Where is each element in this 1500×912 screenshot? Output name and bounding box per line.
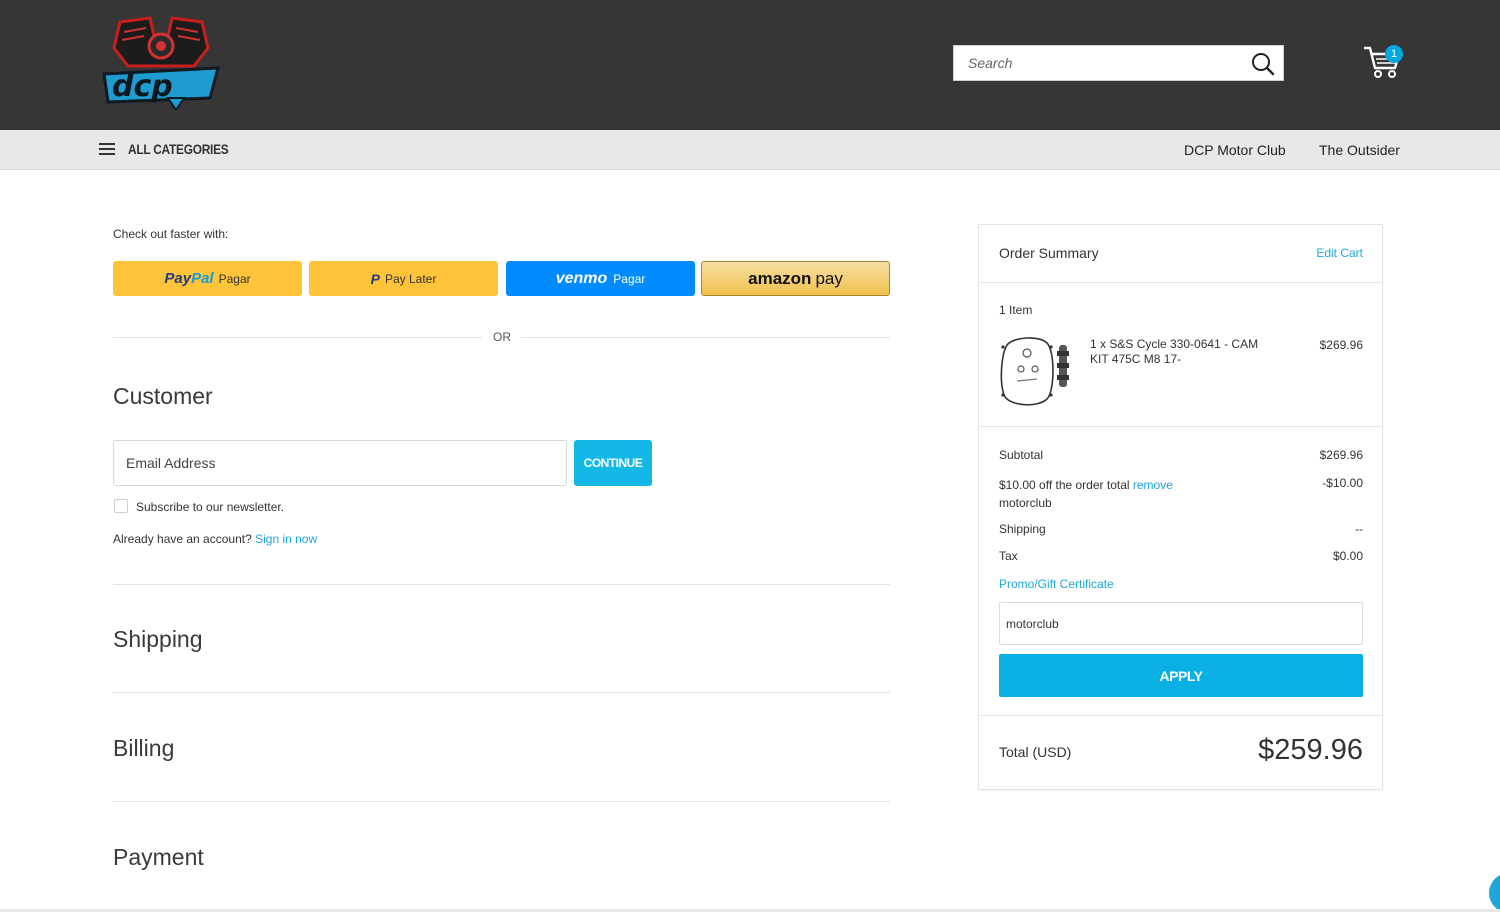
discount-code: motorclub: [999, 496, 1052, 510]
promo-gift-certificate-link[interactable]: Promo/Gift Certificate: [999, 577, 1114, 591]
cart-count-badge[interactable]: 1: [1385, 45, 1403, 63]
paypal-pay-later-button[interactable]: P Pay Later: [309, 261, 498, 296]
or-divider-left: [113, 337, 482, 338]
summary-divider: [979, 715, 1382, 716]
amazon-pay-button[interactable]: amazon pay: [701, 261, 890, 296]
category-nav: ALL CATEGORIES DCP Motor Club The Outsid…: [0, 130, 1500, 170]
email-field[interactable]: [113, 440, 567, 486]
subtotal-label: Subtotal: [999, 448, 1044, 462]
tax-label: Tax: [999, 549, 1018, 563]
search-box: [953, 45, 1284, 81]
item-count: 1 Item: [999, 303, 1033, 317]
summary-divider: [979, 426, 1382, 427]
paypal-button[interactable]: Pay Pal Pagar: [113, 261, 302, 296]
nav-link-the-outsider[interactable]: The Outsider: [1319, 142, 1400, 158]
shipping-value: --: [1355, 522, 1363, 536]
or-label: OR: [493, 330, 511, 344]
item-name: 1 x S&S Cycle 330-0641 - CAM KIT 475C M8…: [1090, 337, 1259, 366]
tax-value: $0.00: [1332, 549, 1363, 563]
or-divider-right: [521, 337, 890, 338]
newsletter-checkbox[interactable]: [114, 499, 128, 513]
shipping-heading[interactable]: Shipping: [113, 626, 203, 653]
account-prompt: Already have an account? Sign in now: [113, 532, 317, 546]
chat-widget-icon[interactable]: [1489, 873, 1500, 912]
venmo-action-label: Pagar: [613, 271, 646, 286]
hamburger-menu-icon[interactable]: [99, 143, 115, 156]
section-divider: [113, 801, 890, 802]
subtotal-value: $269.96: [1319, 448, 1363, 462]
nav-link-dcp-motor-club[interactable]: DCP Motor Club: [1184, 142, 1286, 158]
checkout-faster-label: Check out faster with:: [113, 227, 229, 241]
shipping-label: Shipping: [999, 522, 1046, 536]
venmo-button[interactable]: venmo Pagar: [506, 261, 695, 296]
total-label: Total (USD): [999, 744, 1072, 760]
pay-later-label: Pay Later: [384, 271, 437, 286]
paypal-p-icon: P: [370, 270, 380, 287]
search-icon[interactable]: [1251, 52, 1275, 76]
paypal-brand-pay: Pay: [164, 270, 192, 287]
sign-in-link[interactable]: Sign in now: [255, 532, 317, 546]
discount-text: $10.00 off the order total: [999, 478, 1130, 492]
newsletter-label[interactable]: Subscribe to our newsletter.: [136, 500, 284, 514]
all-categories-menu[interactable]: ALL CATEGORIES: [128, 141, 229, 157]
summary-divider: [979, 282, 1382, 283]
payment-heading[interactable]: Payment: [113, 844, 204, 871]
paypal-action-label: Pagar: [218, 271, 251, 286]
discount-label: $10.00 off the order total remove motorc…: [999, 476, 1199, 512]
amazon-pay-label: pay: [815, 268, 843, 288]
total-value: $259.96: [1258, 734, 1363, 766]
remove-discount-link[interactable]: remove: [1133, 478, 1173, 492]
customer-heading[interactable]: Customer: [113, 383, 213, 410]
paypal-brand-pal: Pal: [191, 270, 214, 287]
amazon-brand: amazon: [748, 268, 812, 288]
section-divider: [113, 692, 890, 693]
dcp-logo[interactable]: dcp: [98, 14, 224, 110]
order-summary-title: Order Summary: [999, 245, 1099, 261]
edit-cart-link[interactable]: Edit Cart: [1316, 246, 1363, 260]
product-thumbnail: [1000, 337, 1069, 406]
discount-value: -$10.00: [1322, 476, 1363, 490]
section-divider: [113, 584, 890, 585]
billing-heading[interactable]: Billing: [113, 735, 174, 762]
item-price: $269.96: [1319, 338, 1363, 352]
promo-code-input[interactable]: [999, 602, 1363, 645]
apply-button[interactable]: APPLY: [999, 654, 1363, 697]
search-input[interactable]: [954, 46, 1244, 80]
svg-text:dcp: dcp: [112, 69, 173, 104]
account-prompt-text: Already have an account?: [113, 532, 252, 546]
continue-button[interactable]: CONTINUE: [574, 440, 652, 486]
venmo-brand: venmo: [555, 269, 608, 287]
order-summary-panel: Order Summary Edit Cart 1 Item 1 x S&S C…: [978, 224, 1383, 790]
site-header: dcp 1: [0, 0, 1500, 130]
